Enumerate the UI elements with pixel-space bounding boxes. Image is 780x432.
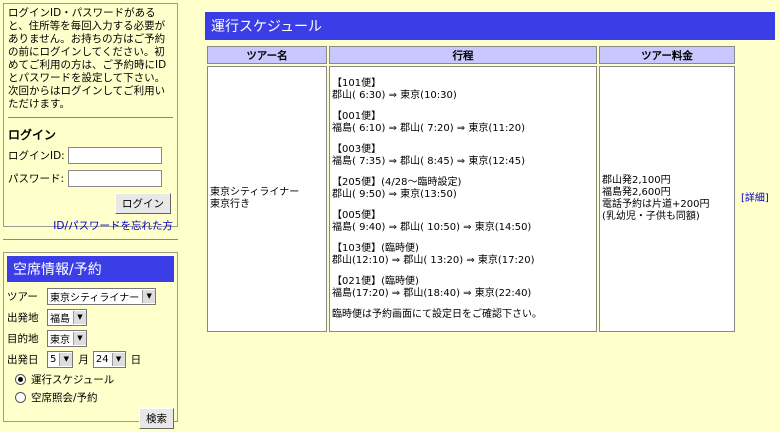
header-tour-name: ツアー名 bbox=[207, 46, 327, 64]
itinerary-cell: 【101便】 郡山( 6:30) ⇒ 東京(10:30) 【001便】 福島( … bbox=[329, 66, 597, 332]
schedule-entry: 【101便】 郡山( 6:30) ⇒ 東京(10:30) bbox=[332, 77, 457, 101]
radio-selected-icon[interactable] bbox=[15, 374, 26, 385]
table-header-row: ツアー名 行程 ツアー料金 bbox=[207, 46, 771, 64]
login-id-input[interactable] bbox=[68, 147, 162, 164]
page-title: 運行スケジュール bbox=[205, 12, 775, 40]
dest-select[interactable]: 東京 ▼ bbox=[47, 330, 87, 347]
fare-line: 電話予約は片道+200円 bbox=[602, 199, 710, 210]
password-input[interactable] bbox=[68, 170, 162, 187]
dest-label: 目的地 bbox=[7, 333, 39, 345]
fare-cell: 郡山発2,100円 福島発2,600円 電話予約は片道+200円 (乳幼児・子供… bbox=[599, 66, 735, 332]
depart-select[interactable]: 福島 ▼ bbox=[47, 309, 87, 326]
forgot-password-link[interactable]: ID/パスワードを忘れた方 bbox=[8, 218, 173, 233]
seat-panel: 空席情報/予約 ツアー 東京シティライナー ▼ 出発地 福島 ▼ 目的地 東京 ▼ 出… bbox=[3, 252, 178, 429]
tour-row: ツアー 東京シティライナー ▼ bbox=[7, 288, 174, 305]
radio-unselected-icon[interactable] bbox=[15, 392, 26, 403]
schedule-entry: 【021便】(臨時便) 福島(17:20) ⇒ 郡山(18:40) ⇒ 東京(2… bbox=[332, 275, 532, 299]
depart-select-value: 福島 bbox=[50, 314, 70, 325]
password-row: パスワード: bbox=[8, 170, 173, 187]
schedule-entry: 【005便】 福島( 9:40) ⇒ 郡山( 10:50) ⇒ 東京(14:50… bbox=[332, 209, 532, 233]
login-button-row: ログイン bbox=[8, 193, 171, 214]
date-row: 出発日 5 ▼ 月 24 ▼ 日 bbox=[7, 351, 174, 368]
radio-schedule[interactable]: 運行スケジュール bbox=[15, 372, 174, 387]
login-heading: ログイン bbox=[8, 128, 57, 142]
day-unit: 日 bbox=[130, 354, 142, 366]
sidebar: ログインID・パスワードがあると、住所等を毎回入力する必要がありません。お持ちの… bbox=[3, 3, 178, 429]
search-button-row: 検索 bbox=[7, 408, 174, 429]
tour-name-line: 東京シティライナー bbox=[210, 187, 300, 198]
tour-name-line: 東京行き bbox=[210, 199, 250, 210]
date-label: 出発日 bbox=[7, 354, 39, 366]
separator bbox=[3, 239, 178, 240]
day-select-value: 24 bbox=[95, 354, 109, 365]
dest-select-value: 東京 bbox=[50, 335, 70, 346]
password-label: パスワード: bbox=[8, 173, 65, 185]
tour-name-cell: 東京シティライナー 東京行き bbox=[207, 66, 327, 332]
radio-inquiry-label: 空席照会/予約 bbox=[31, 392, 98, 404]
schedule-note: 臨時便は予約画面にて設定日をご確認下さい。 bbox=[332, 308, 542, 320]
login-button[interactable]: ログイン bbox=[115, 193, 171, 214]
divider bbox=[8, 117, 173, 118]
login-notice: ログインID・パスワードがあると、住所等を毎回入力する必要がありません。お持ちの… bbox=[8, 7, 167, 110]
schedule-entry: 【003便】 福島( 7:35) ⇒ 郡山( 8:45) ⇒ 東京(12:45) bbox=[332, 143, 525, 167]
month-select[interactable]: 5 ▼ bbox=[47, 351, 74, 368]
table-row: 東京シティライナー 東京行き 【101便】 郡山( 6:30) ⇒ 東京(10:… bbox=[207, 66, 771, 332]
login-id-label: ログインID: bbox=[8, 150, 65, 162]
chevron-down-icon[interactable]: ▼ bbox=[73, 311, 86, 324]
depart-row: 出発地 福島 ▼ bbox=[7, 309, 174, 326]
radio-schedule-label: 運行スケジュール bbox=[31, 374, 115, 386]
login-id-row: ログインID: bbox=[8, 147, 173, 164]
schedule-entry: 【205便】(4/28～臨時設定) 郡山( 9:50) ⇒ 東京(13:50) bbox=[332, 176, 462, 200]
schedule-table: ツアー名 行程 ツアー料金 東京シティライナー 東京行き 【101便】 郡山( … bbox=[205, 44, 773, 334]
detail-link[interactable]: [詳細] bbox=[737, 66, 771, 332]
header-itinerary: 行程 bbox=[329, 46, 597, 64]
chevron-down-icon[interactable]: ▼ bbox=[59, 353, 73, 366]
month-unit: 月 bbox=[78, 354, 89, 366]
month-select-value: 5 bbox=[50, 354, 57, 365]
main-content: 運行スケジュール ツアー名 行程 ツアー料金 東京シティライナー 東京行き 【1… bbox=[205, 12, 780, 334]
chevron-down-icon[interactable]: ▼ bbox=[73, 332, 86, 345]
radio-inquiry[interactable]: 空席照会/予約 bbox=[15, 390, 174, 405]
schedule-entry: 【001便】 福島( 6:10) ⇒ 郡山( 7:20) ⇒ 東京(11:20) bbox=[332, 110, 525, 134]
day-select[interactable]: 24 ▼ bbox=[92, 351, 126, 368]
tour-select[interactable]: 東京シティライナー ▼ bbox=[47, 288, 157, 305]
seat-heading: 空席情報/予約 bbox=[7, 256, 174, 282]
fare-line: 郡山発2,100円 bbox=[602, 175, 671, 186]
dest-row: 目的地 東京 ▼ bbox=[7, 330, 174, 347]
search-button[interactable]: 検索 bbox=[139, 408, 174, 429]
header-fare: ツアー料金 bbox=[599, 46, 735, 64]
depart-label: 出発地 bbox=[7, 312, 39, 324]
chevron-down-icon[interactable]: ▼ bbox=[111, 353, 125, 366]
tour-select-value: 東京シティライナー bbox=[50, 293, 140, 304]
chevron-down-icon[interactable]: ▼ bbox=[142, 290, 156, 303]
tour-label: ツアー bbox=[7, 291, 38, 303]
fare-line: (乳幼児・子供も同額) bbox=[602, 211, 700, 222]
fare-line: 福島発2,600円 bbox=[602, 187, 671, 198]
login-panel: ログインID・パスワードがあると、住所等を毎回入力する必要がありません。お持ちの… bbox=[3, 3, 178, 232]
schedule-entry: 【103便】(臨時便) 郡山(12:10) ⇒ 郡山( 13:20) ⇒ 東京(… bbox=[332, 242, 535, 266]
